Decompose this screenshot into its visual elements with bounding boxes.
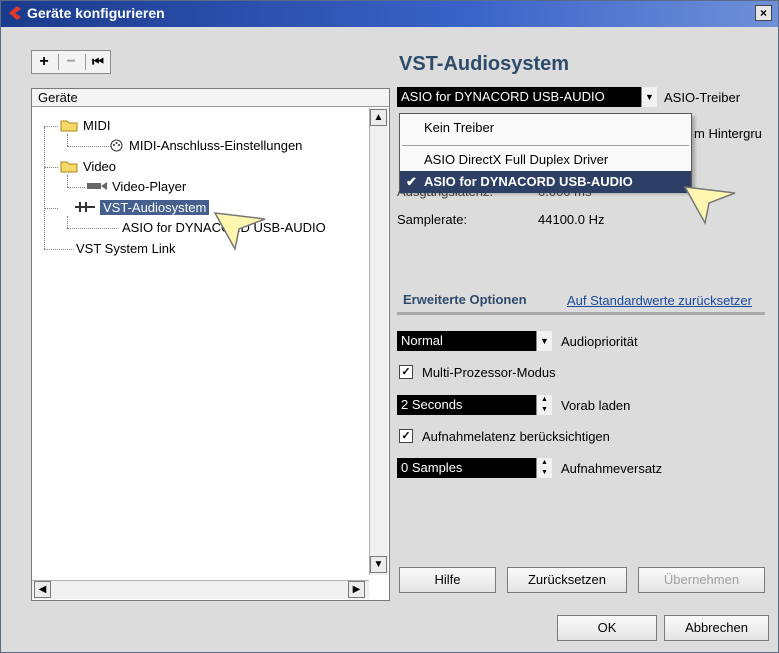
record-offset-value: 0 Samples: [401, 460, 463, 475]
asio-driver-dropdown: Kein Treiber ASIO DirectX Full Duplex Dr…: [399, 113, 692, 193]
remove-device-button[interactable]: −: [59, 51, 83, 73]
tree-connector: [67, 175, 68, 187]
scroll-up-icon[interactable]: ▲: [370, 109, 387, 126]
folder-icon: [60, 120, 78, 132]
tree-connector: [44, 126, 58, 127]
record-offset-stepper[interactable]: 0 Samples ▲ ▼: [397, 458, 552, 478]
samplerate-value: 44100.0 Hz: [538, 212, 605, 227]
apply-button[interactable]: Übernehmen: [638, 567, 765, 593]
tree-connector: [44, 249, 74, 250]
tree-item-label: VST System Link: [76, 241, 176, 256]
chevron-down-icon: ▼: [536, 331, 552, 351]
tree-item-video-player[interactable]: Video-Player: [86, 178, 186, 196]
tree-connector: [67, 228, 117, 229]
asio-driver-select[interactable]: ASIO for DYNACORD USB-AUDIO ▼: [397, 87, 657, 107]
tree-item-vst-audiosystem[interactable]: VST-Audiosystem: [74, 199, 210, 217]
tree-item-midi-port-settings[interactable]: MIDI-Anschluss-Einstellungen: [110, 137, 302, 155]
audio-priority-value: Normal: [401, 333, 443, 348]
tree-connector: [67, 187, 85, 188]
title-bar: Geräte konfigurieren ×: [1, 1, 778, 27]
audio-priority-select[interactable]: Normal ▼: [397, 331, 552, 351]
video-player-icon: [87, 182, 107, 190]
preload-value: 2 Seconds: [401, 397, 463, 412]
multiprocessor-label: Multi-Prozessor-Modus: [422, 365, 556, 380]
tree-connector: [44, 127, 45, 249]
multiprocessor-checkbox[interactable]: ✓: [399, 365, 413, 379]
tree-item-label: MIDI: [83, 118, 111, 133]
cancel-button[interactable]: Abbrechen: [664, 615, 769, 641]
scroll-left-icon[interactable]: ◀: [34, 581, 51, 598]
tab-advanced-options[interactable]: Erweiterte Optionen: [403, 292, 527, 307]
asio-driver-value: ASIO for DYNACORD USB-AUDIO: [401, 89, 605, 104]
tree-connector: [44, 208, 58, 209]
pointer-arrow-icon: [683, 186, 736, 226]
asio-driver-label: ASIO-Treiber: [664, 90, 741, 105]
tree-connector: [67, 134, 68, 146]
audio-priority-label: Audiopriorität: [561, 334, 638, 349]
tree-item-vst-system-link[interactable]: VST System Link: [76, 240, 175, 258]
tree-item-label: MIDI-Anschluss-Einstellungen: [129, 138, 303, 153]
dropdown-option-dynacord[interactable]: ✔ ASIO for DYNACORD USB-AUDIO: [400, 171, 691, 193]
record-offset-label: Aufnahmeversatz: [561, 461, 663, 476]
audio-system-icon: [75, 202, 95, 212]
device-toolbar: + − ⏮: [31, 50, 111, 74]
device-tree: Geräte MIDI MIDI-Anschluss-Einstellungen…: [31, 88, 390, 601]
checkmark-icon: ✔: [406, 174, 417, 189]
cubase-app-icon: [9, 6, 21, 20]
spinner-arrows-icon: ▲ ▼: [536, 395, 552, 415]
tree-item-midi[interactable]: MIDI: [60, 117, 110, 135]
tree-item-label: Video-Player: [112, 179, 187, 194]
close-icon[interactable]: ×: [755, 5, 772, 21]
tree-column-header: Geräte: [32, 89, 389, 107]
reset-defaults-link[interactable]: Auf Standardwerte zurücksetzer: [567, 293, 752, 308]
samplerate-label: Samplerate:: [397, 212, 468, 227]
dropdown-option-directx[interactable]: ASIO DirectX Full Duplex Driver: [400, 149, 691, 171]
ok-button[interactable]: OK: [557, 615, 657, 641]
scroll-down-icon[interactable]: ▼: [370, 556, 387, 573]
dropdown-option-no-driver[interactable]: Kein Treiber: [400, 117, 691, 139]
dropdown-option-label: ASIO for DYNACORD USB-AUDIO: [424, 174, 633, 189]
help-button[interactable]: Hilfe: [399, 567, 496, 593]
spinner-arrows-icon: ▲ ▼: [536, 458, 552, 478]
configure-devices-window: Geräte konfigurieren × + − ⏮ Geräte MIDI…: [0, 0, 779, 653]
tree-connector: [67, 216, 68, 228]
tree-item-label: VST-Audiosystem: [100, 200, 210, 215]
record-latency-label: Aufnahmelatenz berücksichtigen: [422, 429, 610, 444]
tree-connector: [44, 167, 58, 168]
folder-icon: [60, 161, 78, 173]
background-release-label: m Hintergru: [694, 126, 762, 141]
dropdown-divider: [402, 145, 689, 146]
reset-device-button[interactable]: ⏮: [86, 51, 110, 73]
tree-horizontal-scrollbar[interactable]: ◀ ▶: [32, 580, 369, 599]
record-latency-checkbox[interactable]: ✓: [399, 429, 413, 443]
tree-vertical-scrollbar[interactable]: ▲ ▼: [369, 108, 388, 575]
tree-item-label: Video: [83, 159, 117, 174]
preload-label: Vorab laden: [561, 398, 631, 413]
tree-item-video[interactable]: Video: [60, 158, 116, 176]
preload-stepper[interactable]: 2 Seconds ▲ ▼: [397, 395, 552, 415]
add-device-button[interactable]: +: [32, 51, 56, 73]
reset-button[interactable]: Zurücksetzen: [507, 567, 627, 593]
panel-title: VST-Audiosystem: [399, 53, 570, 75]
tab-underline: [397, 312, 765, 315]
chevron-down-icon: ▼: [641, 87, 657, 107]
scroll-right-icon[interactable]: ▶: [348, 581, 365, 598]
midi-port-icon: [110, 139, 123, 152]
window-title: Geräte konfigurieren: [27, 5, 165, 21]
pointer-arrow-icon: [213, 212, 266, 252]
